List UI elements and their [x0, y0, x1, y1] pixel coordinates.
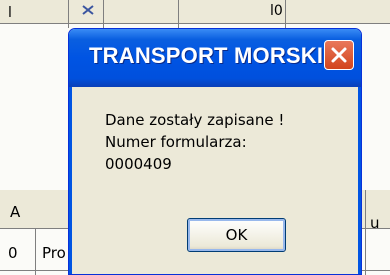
dropdown-arrow-icon[interactable]	[78, 2, 98, 16]
grid-line	[103, 0, 104, 28]
grid-line	[35, 228, 36, 275]
top-right-text: l0	[270, 3, 283, 19]
dialog-body: Dane zostały zapisane ! Numer formularza…	[69, 87, 361, 274]
top-row	[0, 0, 390, 23]
grid-line	[178, 0, 179, 28]
grid-line	[0, 23, 390, 24]
grid-line	[285, 0, 286, 28]
column-label-a: A	[10, 203, 21, 221]
message-line-3: 0000409	[105, 155, 172, 173]
close-button[interactable]	[324, 40, 354, 70]
message-line-1: Dane zostały zapisane !	[105, 111, 285, 129]
message-line-2: Numer formularza:	[105, 133, 247, 151]
row-cell-number: 0	[8, 244, 18, 262]
top-left-text: l	[8, 5, 12, 21]
message-dialog: TRANSPORT MORSKI Dane zostały zapisane !…	[68, 28, 362, 275]
row-cell-text: Pro	[42, 244, 66, 262]
dialog-message: Dane zostały zapisane ! Numer formularza…	[105, 109, 284, 175]
column-label-u: u	[370, 214, 380, 232]
grid-line	[68, 0, 69, 28]
dialog-titlebar[interactable]: TRANSPORT MORSKI	[69, 29, 361, 87]
ok-button[interactable]: OK	[187, 218, 286, 252]
dialog-title: TRANSPORT MORSKI	[89, 43, 324, 68]
grid-line	[365, 190, 366, 275]
